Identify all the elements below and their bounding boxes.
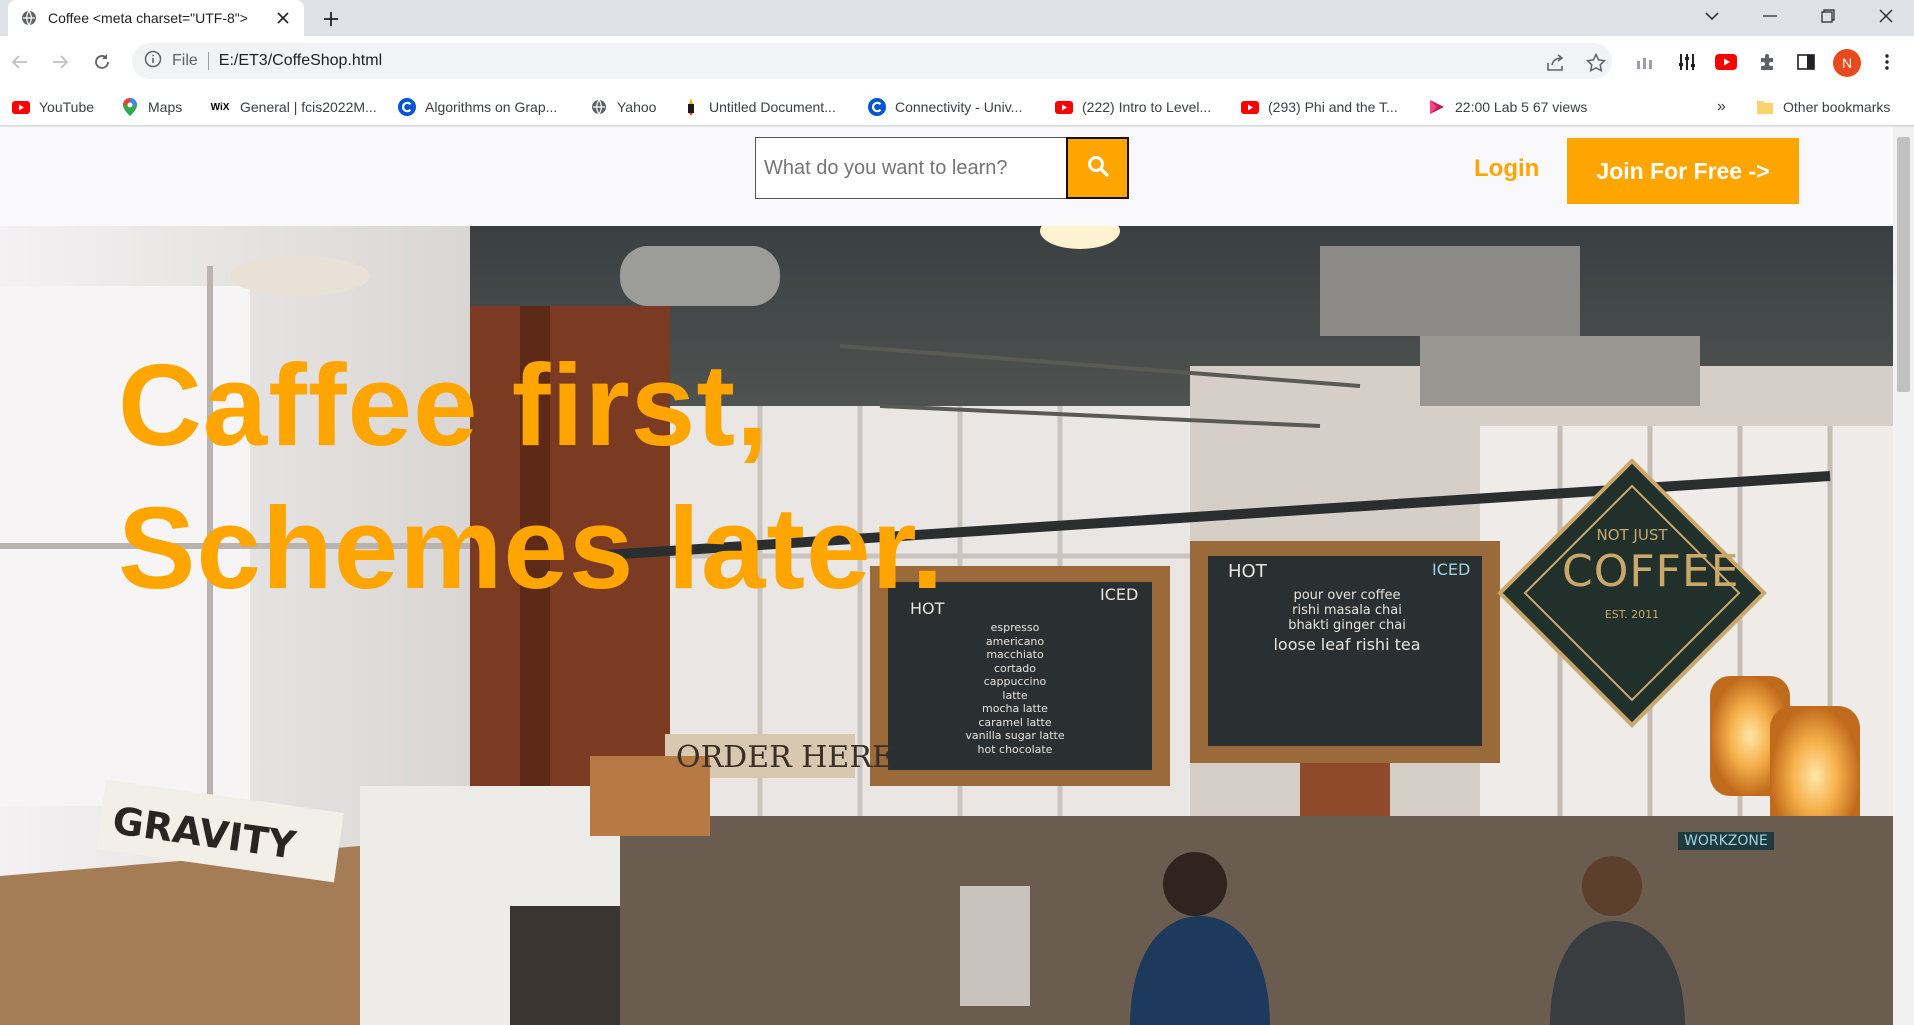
search-button[interactable] — [1066, 137, 1129, 199]
youtube-icon — [1241, 99, 1259, 115]
bookmark-label: YouTube — [39, 99, 95, 115]
hero-line-2: Schemes later. — [118, 483, 945, 613]
menu-right-items: pour over coffee rishi masala chai bhakti … — [1273, 588, 1421, 654]
tab-search-icon[interactable] — [1684, 0, 1740, 32]
other-bookmarks-label: Other bookmarks — [1783, 99, 1891, 115]
workzone-sign: WORKZONE — [1678, 832, 1774, 850]
browser-tab[interactable]: Coffee <meta charset="UTF-8"> — [8, 0, 304, 36]
hero-section: HOT ICED espresso americano macchiato corta… — [0, 226, 1893, 1025]
bookmark-wix[interactable]: WiX General | fcis2022M... — [209, 96, 377, 118]
bookmark-label: Yahoo — [617, 99, 657, 115]
youtube-icon — [1055, 99, 1073, 115]
hero-headline: Caffee first, Schemes later. — [118, 334, 945, 620]
close-window-icon[interactable] — [1858, 0, 1914, 32]
coffee-sign-top: NOT JUST — [1596, 526, 1668, 544]
order-here-sign: ORDER HERE — [676, 740, 894, 775]
bookmark-algorithms[interactable]: Algorithms on Grap... — [398, 96, 557, 118]
bookmark-untitled[interactable]: Untitled Document... — [682, 96, 836, 118]
bookmark-label: Algorithms on Grap... — [425, 99, 558, 115]
bookmark-yahoo[interactable]: Yahoo — [590, 96, 656, 118]
web-page: Login Join For Free -> — [0, 127, 1893, 1025]
restore-icon[interactable] — [1800, 0, 1856, 32]
menu-dots-icon[interactable] — [1874, 49, 1900, 75]
site-header: Login Join For Free -> — [0, 127, 1893, 226]
browser-toolbar: File E:/ET3/CoffeShop.html N — [0, 36, 1914, 88]
reload-icon[interactable] — [88, 48, 116, 76]
bookmark-youtube[interactable]: YouTube — [12, 96, 94, 118]
scrollbar-thumb[interactable] — [1897, 137, 1910, 392]
bookmark-label: Untitled Document... — [709, 99, 836, 115]
menu-left-iced: ICED — [1100, 585, 1139, 604]
other-bookmarks[interactable]: Other bookmarks — [1756, 96, 1890, 118]
address-bar[interactable]: File E:/ET3/CoffeShop.html — [132, 43, 1612, 79]
address-divider — [207, 52, 209, 70]
bookmarks-overflow[interactable]: » — [1717, 96, 1726, 118]
address-url: E:/ET3/CoffeShop.html — [218, 52, 383, 69]
page-scrollbar[interactable] — [1893, 127, 1914, 1025]
bookmark-label: 22:00 Lab 5 67 views — [1455, 99, 1588, 115]
coursera-icon — [868, 98, 886, 116]
globe-icon — [590, 99, 608, 115]
bookmark-label: Connectivity - Univ... — [895, 99, 1023, 115]
youtube-extension-icon[interactable] — [1713, 49, 1739, 75]
address-prefix: File — [172, 52, 198, 69]
bookmark-maps[interactable]: Maps — [121, 96, 182, 118]
bookmark-star-icon[interactable] — [1584, 51, 1608, 75]
new-tab-button[interactable] — [318, 6, 344, 32]
share-icon[interactable] — [1544, 51, 1568, 75]
tab-title: Coffee <meta charset="UTF-8"> — [48, 10, 248, 26]
folder-icon — [1756, 99, 1774, 115]
minimize-icon[interactable] — [1742, 0, 1798, 32]
hero-line-1: Caffee first, — [118, 340, 770, 470]
bookmark-label: Maps — [148, 99, 183, 115]
maps-icon — [121, 98, 139, 116]
bookmarks-bar: YouTube Maps WiX General | fcis2022M... … — [0, 88, 1914, 126]
extension-bars-icon[interactable] — [1632, 49, 1658, 75]
coffee-sign-main: COFFEE — [1562, 546, 1740, 597]
bookmark-lab5[interactable]: 22:00 Lab 5 67 views — [1428, 96, 1587, 118]
tab-strip: Coffee <meta charset="UTF-8"> — [0, 0, 1914, 36]
youtube-icon — [12, 99, 30, 115]
info-icon[interactable] — [144, 50, 162, 73]
bookmark-intro[interactable]: (222) Intro to Level... — [1055, 96, 1211, 118]
search-input[interactable] — [755, 137, 1067, 199]
menu-right-hot: HOT — [1228, 561, 1267, 582]
menu-left-items: espresso americano macchiato cortado cappucc… — [965, 621, 1065, 756]
profile-avatar[interactable]: N — [1833, 49, 1861, 77]
coffee-sign-bottom: EST. 2011 — [1604, 608, 1660, 621]
forward-icon[interactable] — [46, 48, 74, 76]
menu-right-iced: ICED — [1432, 560, 1471, 579]
bookmark-label: General | fcis2022M... — [240, 99, 377, 115]
doc-icon — [682, 98, 700, 116]
back-icon[interactable] — [6, 48, 34, 76]
bookmark-connectivity[interactable]: Connectivity - Univ... — [868, 96, 1022, 118]
bookmark-label: (222) Intro to Level... — [1082, 99, 1212, 115]
play-icon — [1428, 99, 1446, 115]
puzzle-icon[interactable] — [1754, 49, 1780, 75]
wix-icon: WiX — [210, 101, 230, 113]
side-panel-icon[interactable] — [1793, 49, 1819, 75]
join-button[interactable]: Join For Free -> — [1567, 138, 1799, 204]
login-link[interactable]: Login — [1474, 155, 1539, 183]
globe-icon — [20, 9, 38, 27]
search-icon — [1087, 155, 1109, 182]
equalizer-icon[interactable] — [1674, 49, 1700, 75]
bookmark-label: (293) Phi and the T... — [1268, 99, 1398, 115]
close-tab-icon[interactable] — [272, 7, 294, 29]
coursera-icon — [398, 98, 416, 116]
bookmark-phi[interactable]: (293) Phi and the T... — [1241, 96, 1398, 118]
